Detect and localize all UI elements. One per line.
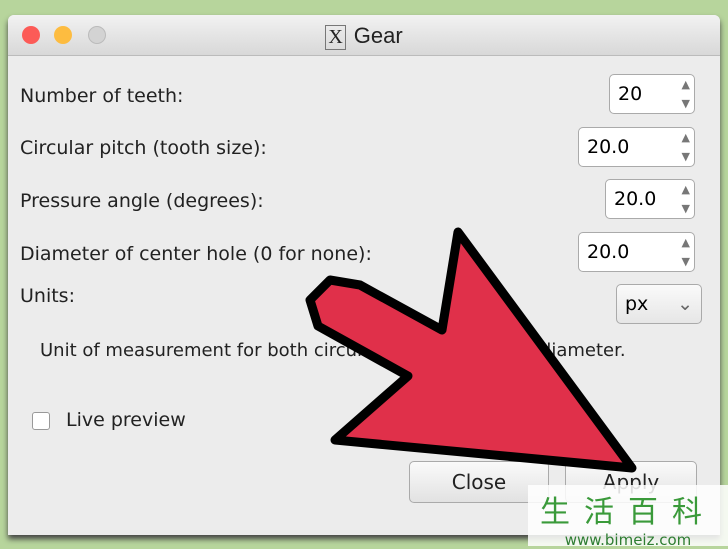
red-arrow-overlay xyxy=(305,227,637,473)
watermark-logo: 生活百科 xyxy=(540,495,716,530)
watermark: 生活百科 www.bimeiz.com xyxy=(528,485,728,549)
arrow-icon xyxy=(305,227,637,473)
watermark-url: www.bimeiz.com xyxy=(564,531,692,549)
